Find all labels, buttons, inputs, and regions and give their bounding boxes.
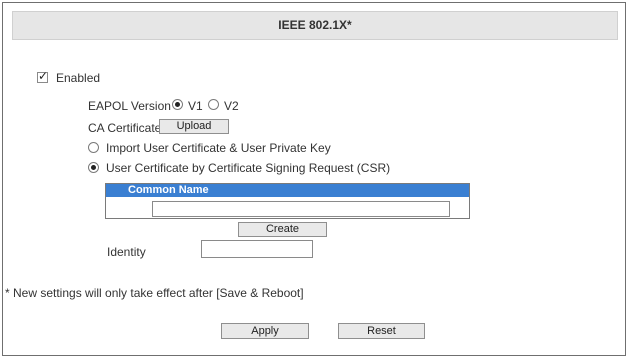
eapol-v1-label: V1 xyxy=(188,99,203,113)
identity-label: Identity xyxy=(107,245,146,259)
upload-button[interactable]: Upload xyxy=(159,119,229,134)
csr-table: Common Name xyxy=(105,183,470,219)
csr-cert-label: User Certificate by Certificate Signing … xyxy=(106,161,391,175)
identity-input[interactable] xyxy=(201,240,313,258)
radio-selected-dot xyxy=(175,102,180,107)
import-cert-label: Import User Certificate & User Private K… xyxy=(106,141,331,155)
apply-button[interactable]: Apply xyxy=(221,323,309,339)
reset-button[interactable]: Reset xyxy=(338,323,425,339)
eapol-v2-label: V2 xyxy=(224,99,239,113)
create-button[interactable]: Create xyxy=(238,222,327,237)
common-name-input[interactable] xyxy=(152,201,450,217)
settings-panel: IEEE 802.1X* ✓ Enabled EAPOL Version V1 … xyxy=(2,2,626,356)
csr-cert-radio[interactable] xyxy=(88,162,99,173)
eapol-version-label: EAPOL Version xyxy=(88,99,171,113)
eapol-v1-radio[interactable] xyxy=(172,99,183,110)
restart-note: * New settings will only take effect aft… xyxy=(5,286,304,300)
radio-selected-dot xyxy=(91,165,96,170)
enabled-label: Enabled xyxy=(56,71,101,85)
ca-certificate-label: CA Certificate xyxy=(88,121,162,135)
import-cert-radio[interactable] xyxy=(88,142,99,153)
check-icon: ✓ xyxy=(38,69,49,83)
common-name-header: Common Name xyxy=(106,184,469,197)
eapol-v2-radio[interactable] xyxy=(208,99,219,110)
page-title: IEEE 802.1X* xyxy=(12,11,618,40)
enabled-checkbox[interactable]: ✓ xyxy=(37,69,49,83)
